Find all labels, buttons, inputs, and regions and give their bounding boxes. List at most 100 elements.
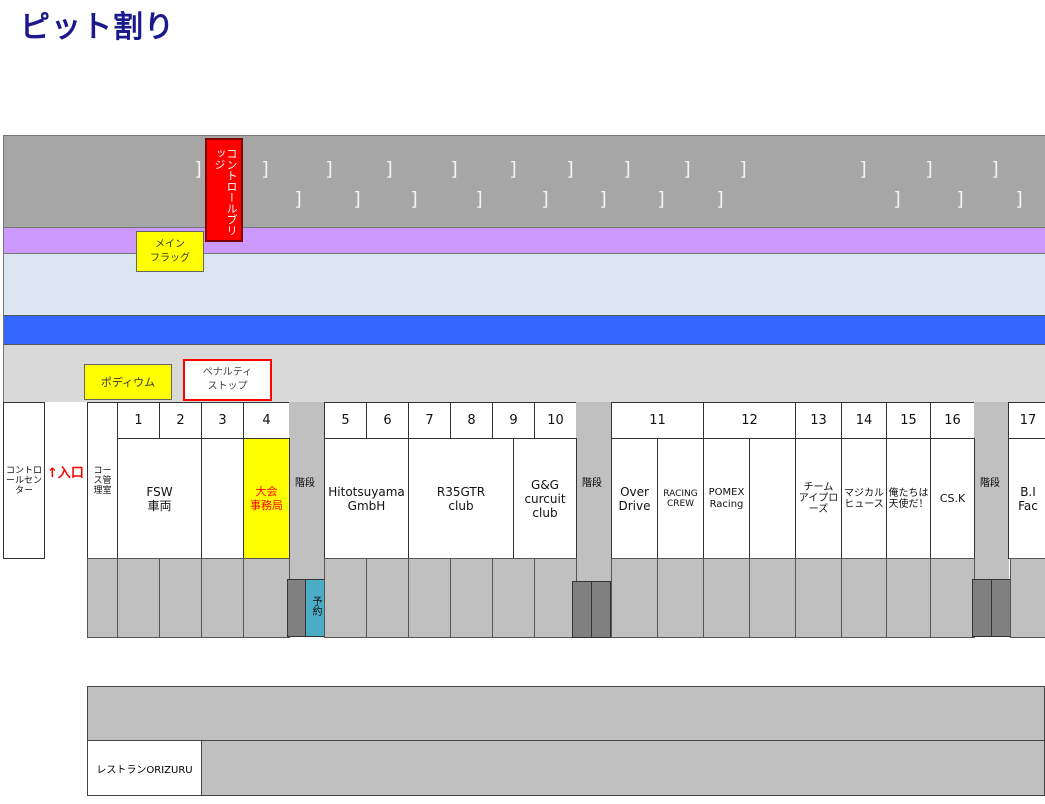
team-racing-crew: RACING CREW	[657, 438, 704, 559]
pit-number: 9	[492, 402, 535, 439]
team-pomex-line2: Racing	[709, 498, 744, 510]
team-approach-line3: ーズ	[808, 504, 829, 515]
team-magical-line1: マジカル	[844, 487, 884, 499]
pit-number: 16	[930, 402, 975, 439]
pit-box	[930, 558, 975, 638]
penalty-line1: ペナルティ	[202, 367, 253, 378]
team-fsw: FSW 車両	[117, 438, 202, 559]
team-approach-line2: アイプロ	[798, 493, 839, 504]
restaurant-label: レストランORIZURU	[87, 740, 202, 796]
team-approach: チーム アイプロ ーズ	[795, 438, 842, 559]
course-management-label: コース管理室	[93, 465, 112, 496]
pit-box	[87, 558, 118, 638]
team-oretachi-line1: 俺たちは	[888, 487, 929, 499]
pit-box	[366, 558, 409, 638]
team-pomex: POMEX Racing	[703, 438, 750, 559]
team-taikai: 大会 事務局	[243, 438, 290, 559]
pit-number: 8	[450, 402, 493, 439]
podium-box: ポディウム	[84, 364, 172, 400]
stairs-dark-right	[591, 581, 611, 638]
team-taikai-line2: 事務局	[250, 498, 283, 512]
pit-number: 7	[408, 402, 451, 439]
team-r35gtr-line2: club	[448, 498, 474, 513]
pit-number: 14	[841, 402, 887, 439]
team-fsw-line2: 車両	[147, 498, 172, 513]
pit-number: 2	[159, 402, 202, 439]
pit-box	[117, 558, 160, 638]
stairs-dark-left	[572, 581, 592, 638]
pit-box	[611, 558, 658, 638]
blue-band	[3, 315, 1045, 345]
control-center: コントロールセンター	[3, 402, 45, 559]
control-bridge: コントロールブリッジ	[205, 138, 243, 242]
pit-number: 13	[795, 402, 842, 439]
team-bi-line2: Fac	[1018, 498, 1038, 513]
team-overdrive-line2: Drive	[618, 498, 651, 513]
team-magical: マジカル ヒュース	[841, 438, 887, 559]
stairs-label: 階段	[295, 478, 315, 489]
stairs-label: 階段	[980, 478, 1000, 489]
pit-box	[886, 558, 931, 638]
pit-number: 17	[1008, 402, 1045, 439]
pit-number: 15	[886, 402, 931, 439]
pit-number: 11	[611, 402, 704, 439]
pit-number: 4	[243, 402, 290, 439]
penalty-line2: ストップ	[207, 381, 248, 392]
pit-box	[657, 558, 704, 638]
pit-number: 3	[201, 402, 244, 439]
team-bi-line1: B.I	[1020, 484, 1036, 499]
pit-box	[492, 558, 535, 638]
page-title: ピット割り	[20, 10, 175, 45]
pit-lane-garage-row	[3, 135, 1045, 227]
stairs-label: 階段	[582, 478, 602, 489]
team-overdrive: Over Drive	[611, 438, 658, 559]
stairs-block: 階段	[576, 402, 612, 582]
pit-box	[408, 558, 451, 638]
main-flag-box: メイン フラッグ	[136, 231, 204, 272]
stairs-block: 階段	[289, 402, 325, 580]
pit-number: 10	[534, 402, 577, 439]
team-gg: G&G curcuit club	[513, 438, 577, 559]
pit-number: 6	[366, 402, 409, 439]
stairs-dark-right	[991, 579, 1011, 637]
stairs-block: 階段	[974, 402, 1009, 582]
team-r35gtr-line1: R35GTR	[436, 484, 486, 499]
team-gg-line3: club	[532, 505, 558, 520]
pit-box	[534, 558, 577, 638]
team-hitotsuyama: Hitotsuyama GmbH	[324, 438, 409, 559]
entrance-label: ↑入口	[47, 466, 84, 481]
main-flag-line2: フラッグ	[150, 253, 190, 264]
pit-box	[201, 558, 244, 638]
team-oretachi: 俺たちは 天使だ！	[886, 438, 931, 559]
team-r35gtr: R35GTR club	[408, 438, 514, 559]
reserved-box: 予約	[305, 579, 326, 637]
team-magical-line2: ヒュース	[844, 498, 884, 510]
team-oretachi-line2: 天使だ！	[888, 498, 929, 510]
team-overdrive-line1: Over	[620, 484, 649, 499]
team-taikai-line1: 大会	[255, 484, 278, 498]
penalty-stop-box: ペナルティ ストップ	[183, 359, 272, 401]
team-bi: B.I Fac	[1008, 438, 1045, 559]
team-empty-3	[201, 438, 244, 559]
pit-box	[795, 558, 842, 638]
pit-box	[749, 558, 796, 638]
main-flag-line1: メイン	[155, 239, 185, 250]
stairs-dark-left	[287, 579, 306, 637]
reserved-label: 予約	[310, 596, 321, 616]
pit-number: 12	[703, 402, 796, 439]
pit-box	[841, 558, 887, 638]
pit-box	[159, 558, 202, 638]
pit-box	[324, 558, 367, 638]
course-management-room: コース管理室	[87, 402, 118, 559]
team-gg-line2: curcuit	[524, 491, 566, 506]
team-hitotsuyama-line2: GmbH	[347, 498, 386, 513]
restaurant-building	[87, 686, 1045, 796]
pit-box	[703, 558, 750, 638]
pit-box	[450, 558, 493, 638]
pit-box	[1010, 558, 1045, 638]
team-pomex-line1: POMEX	[708, 486, 745, 498]
team-gg-line1: G&G	[531, 477, 559, 492]
team-empty-12b	[749, 438, 796, 559]
pit-number: 1	[117, 402, 160, 439]
restaurant-divider	[87, 740, 1045, 741]
